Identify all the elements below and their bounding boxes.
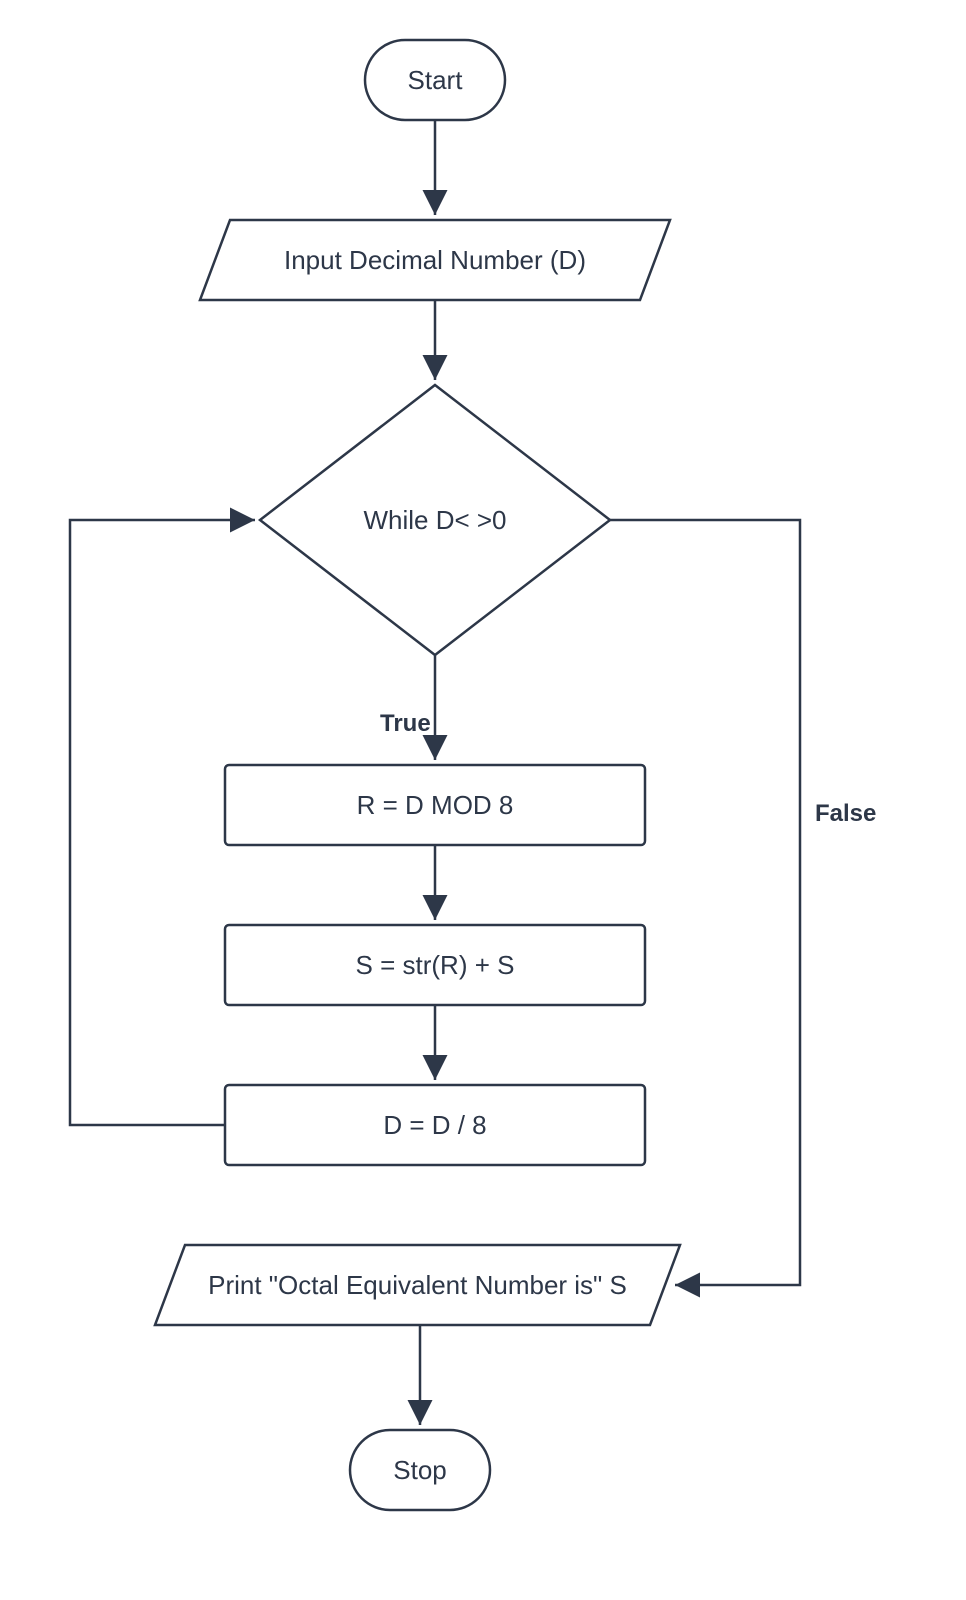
decision-label: While D< >0 bbox=[300, 470, 570, 570]
edge-decision-output-false bbox=[610, 520, 800, 1285]
start-label: Start bbox=[365, 40, 505, 120]
true-label: True bbox=[380, 710, 431, 738]
stop-label: Stop bbox=[350, 1430, 490, 1510]
proc3-label: D = D / 8 bbox=[225, 1085, 645, 1165]
false-label: False bbox=[815, 800, 876, 828]
proc1-label: R = D MOD 8 bbox=[225, 765, 645, 845]
input-label: Input Decimal Number (D) bbox=[210, 220, 660, 300]
output-label: Print "Octal Equivalent Number is" S bbox=[165, 1245, 670, 1325]
proc2-label: S = str(R) + S bbox=[225, 925, 645, 1005]
